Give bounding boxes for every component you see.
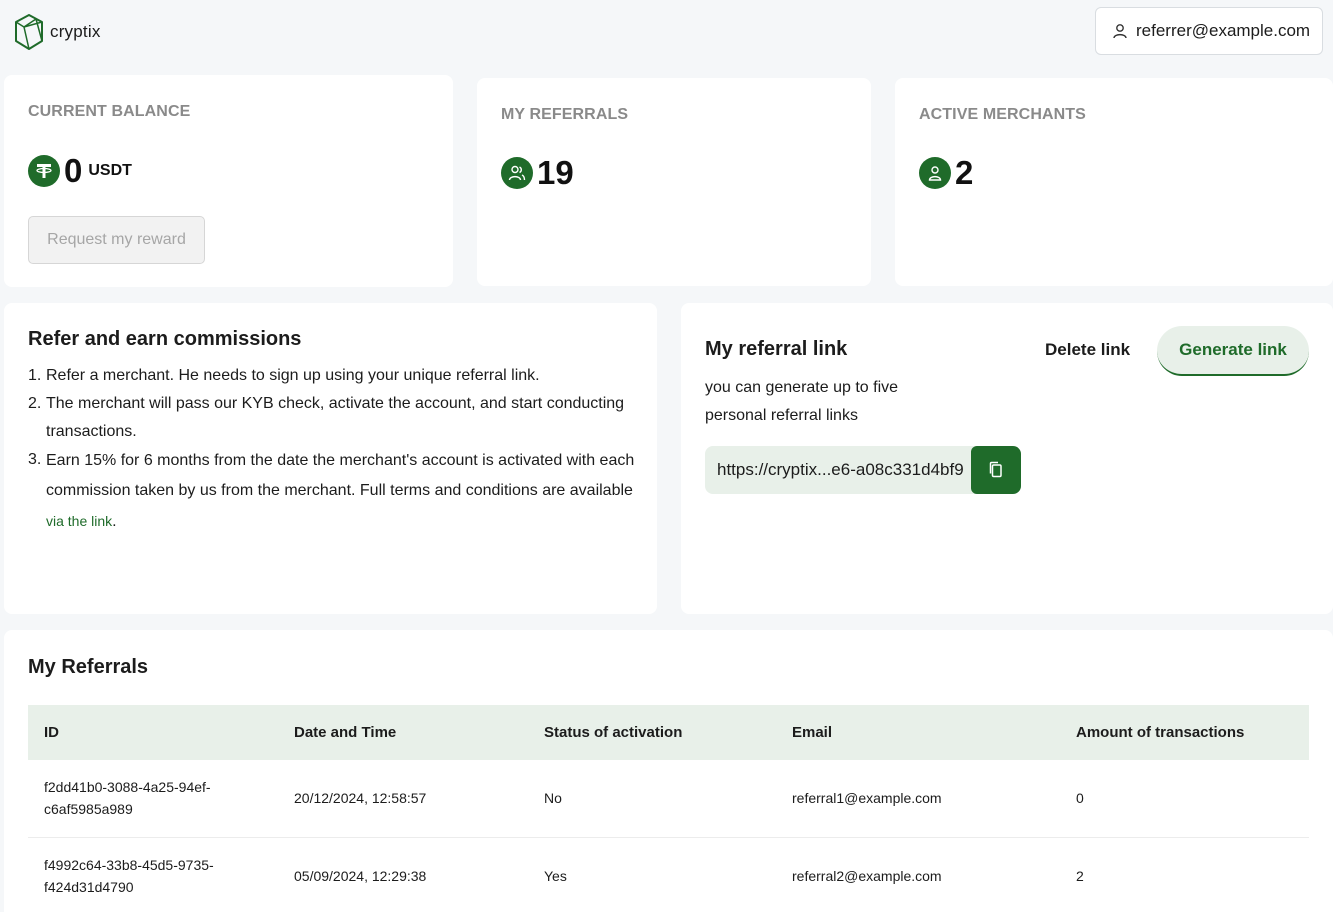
cryptix-logo-icon <box>15 14 43 50</box>
referrals-table: ID Date and Time Status of activation Em… <box>28 705 1309 912</box>
user-icon <box>1113 24 1127 39</box>
column-header-id: ID <box>44 724 59 741</box>
user-icon <box>919 156 951 189</box>
referral-link-url[interactable]: https://cryptix...e6-a08c331d4bf9 <box>705 460 971 480</box>
cell-status: Yes <box>528 837 776 912</box>
referrals-table-title: My Referrals <box>28 656 149 678</box>
table-row[interactable]: f2dd41b0-3088-4a25-94ef- c6af5985a989 20… <box>28 760 1309 838</box>
cell-amount: 2 <box>1060 837 1309 912</box>
copy-icon <box>989 461 1002 478</box>
request-reward-button[interactable]: Request my reward <box>28 216 205 264</box>
balance-label: CURRENT BALANCE <box>28 103 191 120</box>
logo[interactable]: cryptix <box>14 14 101 50</box>
cell-id: f4992c64-33b8-45d5-9735- f424d31d4790 <box>28 837 278 912</box>
cell-amount: 0 <box>1060 760 1309 838</box>
refer-step: 3. Earn 15% for 6 months from the date t… <box>28 451 635 530</box>
refer-earn-title: Refer and earn commissions <box>28 328 302 350</box>
cell-id: f2dd41b0-3088-4a25-94ef- c6af5985a989 <box>28 760 278 838</box>
copy-link-button[interactable] <box>971 446 1021 494</box>
refer-step: 1. Refer a merchant. He needs to sign up… <box>28 367 540 384</box>
column-header-date: Date and Time <box>294 724 397 741</box>
refer-earn-card: Refer and earn commissions 1. Refer a me… <box>4 303 657 614</box>
delete-link-button[interactable]: Delete link <box>1045 340 1130 360</box>
cell-date: 05/09/2024, 12:29:38 <box>278 837 528 912</box>
cell-date: 20/12/2024, 12:58:57 <box>278 760 528 838</box>
refer-steps-list: 1. Refer a merchant. He needs to sign up… <box>28 362 638 537</box>
referrals-table-card: My Referrals ID Date and Time Status of … <box>4 630 1333 912</box>
merchants-stat-value: 2 <box>955 154 974 191</box>
cell-email: referral1@example.com <box>776 760 1060 838</box>
referrals-stat-label: MY REFERRALS <box>501 106 629 123</box>
referral-link-title: My referral link <box>705 338 848 360</box>
referral-link-subtitle: you can generate up to five personal ref… <box>705 379 899 424</box>
column-header-status: Status of activation <box>544 724 683 741</box>
referral-link-card: My referral link you can generate up to … <box>681 303 1333 614</box>
balance-value: 0 <box>64 152 83 189</box>
merchants-stat-card: ACTIVE MERCHANTS 2 <box>895 78 1333 286</box>
user-email: referrer@example.com <box>1136 21 1311 40</box>
column-header-email: Email <box>792 724 833 741</box>
referral-link-field[interactable]: https://cryptix...e6-a08c331d4bf9 <box>705 446 1021 494</box>
balance-card: CURRENT BALANCE 0 USDT Request my reward <box>4 75 453 287</box>
refer-step: 2. The merchant will pass our KYB check,… <box>28 395 625 440</box>
users-icon <box>501 156 533 189</box>
tether-icon <box>28 154 60 187</box>
generate-link-button[interactable]: Generate link <box>1157 326 1309 376</box>
brand-name: cryptix <box>50 22 101 41</box>
column-header-amount: Amount of transactions <box>1076 724 1245 741</box>
referrals-stat-card: MY REFERRALS 19 <box>477 78 871 286</box>
cell-email: referral2@example.com <box>776 837 1060 912</box>
merchants-stat-label: ACTIVE MERCHANTS <box>919 106 1086 123</box>
cell-status: No <box>528 760 776 838</box>
balance-unit: USDT <box>88 161 132 179</box>
referrals-stat-value: 19 <box>537 154 574 191</box>
user-account-button[interactable]: referrer@example.com <box>1095 7 1323 55</box>
table-header-row: ID Date and Time Status of activation Em… <box>28 705 1309 760</box>
terms-link[interactable]: via the link <box>46 513 112 529</box>
table-row[interactable]: f4992c64-33b8-45d5-9735- f424d31d4790 05… <box>28 837 1309 912</box>
